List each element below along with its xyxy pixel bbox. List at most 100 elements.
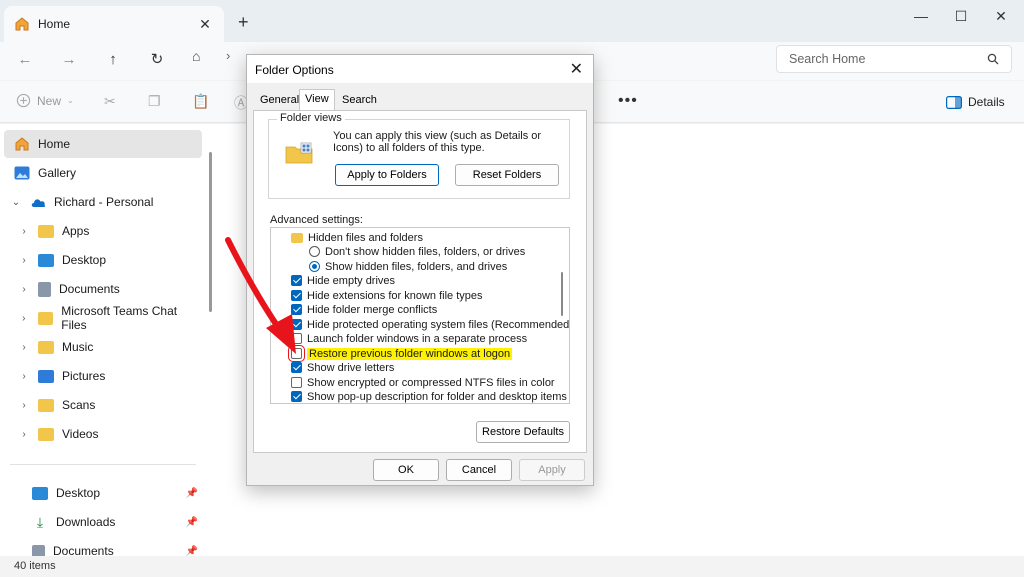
maximize-button[interactable]: ☐ [946,6,976,26]
search-icon [987,53,999,65]
new-tab-button[interactable]: + [238,12,249,33]
sidebar-item-label: Music [62,340,94,354]
chevron-right-icon[interactable]: › [18,255,30,266]
back-button[interactable]: ← [12,48,38,72]
advanced-list-scrollbar[interactable] [561,272,563,316]
restore-defaults-button[interactable]: Restore Defaults [476,421,570,443]
apply-button[interactable]: Apply [519,459,585,481]
folder-views-group: Folder views You can apply this view (su… [268,112,570,199]
sidebar-item-label: Videos [62,427,99,441]
address-home-icon[interactable]: ⌂ [192,48,200,64]
desktop-icon [38,253,54,267]
search-input[interactable]: Search Home [776,45,1012,73]
adv-check-hide-extensions[interactable]: Hide extensions for known file types [291,288,482,303]
adv-item-label: Show pop-up description for folder and d… [307,390,567,403]
minimize-button[interactable]: — [906,6,936,26]
adv-item-label: Hidden files and folders [308,231,423,244]
address-chevron-icon[interactable]: › [226,48,230,63]
documents-icon [38,281,51,297]
dialog-title: Folder Options [255,63,334,77]
close-tab-icon[interactable]: ✕ [196,16,214,33]
cut-icon[interactable]: ✂ [104,93,116,110]
chevron-right-icon[interactable]: › [18,371,30,382]
adv-radio-show-hidden[interactable]: Show hidden files, folders, and drives [309,259,507,274]
details-button[interactable]: Details [946,95,1005,109]
sidebar-item-label: Home [38,137,71,151]
advanced-settings-list[interactable]: Hidden files and folders Don't show hidd… [270,227,570,404]
checkbox[interactable] [291,377,302,388]
pin-icon[interactable]: 📌 [186,517,198,528]
sidebar-item-home[interactable]: Home [4,130,202,158]
adv-item-label: Hide extensions for known file types [307,289,483,302]
paste-icon[interactable]: 📋 [192,93,209,110]
cancel-button[interactable]: Cancel [446,459,512,481]
adv-check-drive-letters[interactable]: Show drive letters [291,360,394,375]
adv-radio-dont-show-hidden[interactable]: Don't show hidden files, folders, or dri… [309,244,525,259]
sidebar-item-documents[interactable]: › Documents [4,275,202,303]
adv-check-popup-description[interactable]: Show pop-up description for folder and d… [291,389,567,403]
sidebar-item-label: Desktop [62,253,107,267]
folder-icon [37,311,54,325]
home-icon [15,137,29,151]
reset-folders-button[interactable]: Reset Folders [455,164,559,186]
sidebar-pinned-desktop[interactable]: Desktop 📌 [4,479,202,507]
folder-views-description: You can apply this view (such as Details… [333,130,542,154]
sidebar-item-label: Scans [62,398,96,412]
tab-search[interactable]: Search [337,91,382,111]
sidebar-item-scans[interactable]: › Scans [4,391,202,419]
sidebar-item-label: Gallery [38,166,77,180]
annotation-arrow-icon [225,237,296,354]
sidebar-pinned-downloads[interactable]: ⤓ Downloads 📌 [4,508,202,536]
chevron-down-icon[interactable]: ⌄ [10,197,22,208]
item-count: 40 items [14,560,56,572]
search-placeholder: Search Home [789,52,866,66]
tab-view[interactable]: View [299,89,335,111]
sidebar-item-label: Richard - Personal [54,195,154,209]
pin-icon[interactable]: 📌 [186,546,198,557]
dialog-close-button[interactable]: ✕ [570,59,583,79]
adv-item-label: Hide protected operating system files (R… [307,318,570,331]
adv-item-label: Show encrypted or compressed NTFS files … [307,376,555,389]
tab-home[interactable]: Home ✕ [4,6,224,42]
plus-circle-icon [16,93,31,108]
refresh-button[interactable]: ↻ [144,48,170,72]
chevron-right-icon[interactable]: › [18,313,30,324]
forward-button[interactable]: → [56,48,82,72]
adv-check-separate-process[interactable]: Launch folder windows in a separate proc… [291,331,527,346]
sidebar-item-teams-chat-files[interactable]: › Microsoft Teams Chat Files [4,304,202,332]
adv-item-label: Show drive letters [307,361,395,374]
adv-item-label: Hide folder merge conflicts [307,303,438,316]
folder-icon [38,398,54,412]
sidebar-item-gallery[interactable]: Gallery [4,159,202,187]
chevron-right-icon[interactable]: › [18,429,30,440]
chevron-right-icon[interactable]: › [18,342,30,353]
sidebar-item-pictures[interactable]: › Pictures [4,362,202,390]
more-options-button[interactable]: ••• [618,92,638,110]
pin-icon[interactable]: 📌 [186,488,198,499]
chevron-right-icon[interactable]: › [18,400,30,411]
adv-check-restore-windows[interactable]: Restore previous folder windows at logon [288,345,513,362]
status-bar [0,556,1024,577]
sidebar-item-music[interactable]: › Music [4,333,202,361]
ok-button[interactable]: OK [373,459,439,481]
adv-check-hide-protected-files[interactable]: Hide protected operating system files (R… [291,317,570,332]
adv-item-label: Show hidden files, folders, and drives [325,260,508,273]
sidebar-item-videos[interactable]: › Videos [4,420,202,448]
checkbox[interactable] [291,391,302,402]
sidebar-item-onedrive[interactable]: ⌄ Richard - Personal [4,188,202,216]
copy-icon[interactable]: ❐ [148,93,161,110]
sidebar-item-desktop[interactable]: › Desktop [4,246,202,274]
folder-icon [38,340,54,354]
tab-general[interactable]: General [255,91,304,111]
checkbox[interactable] [291,362,302,373]
adv-check-ntfs-color[interactable]: Show encrypted or compressed NTFS files … [291,375,555,390]
new-button[interactable]: New ⌄ [16,93,74,108]
close-window-button[interactable]: ✕ [986,6,1016,26]
up-button[interactable]: ↑ [100,48,126,72]
chevron-right-icon[interactable]: › [18,226,30,237]
sidebar-item-apps[interactable]: › Apps [4,217,202,245]
sidebar-divider [10,464,196,465]
sidebar-scrollbar[interactable] [209,152,212,312]
apply-to-folders-button[interactable]: Apply to Folders [335,164,439,186]
chevron-right-icon[interactable]: › [18,284,30,295]
